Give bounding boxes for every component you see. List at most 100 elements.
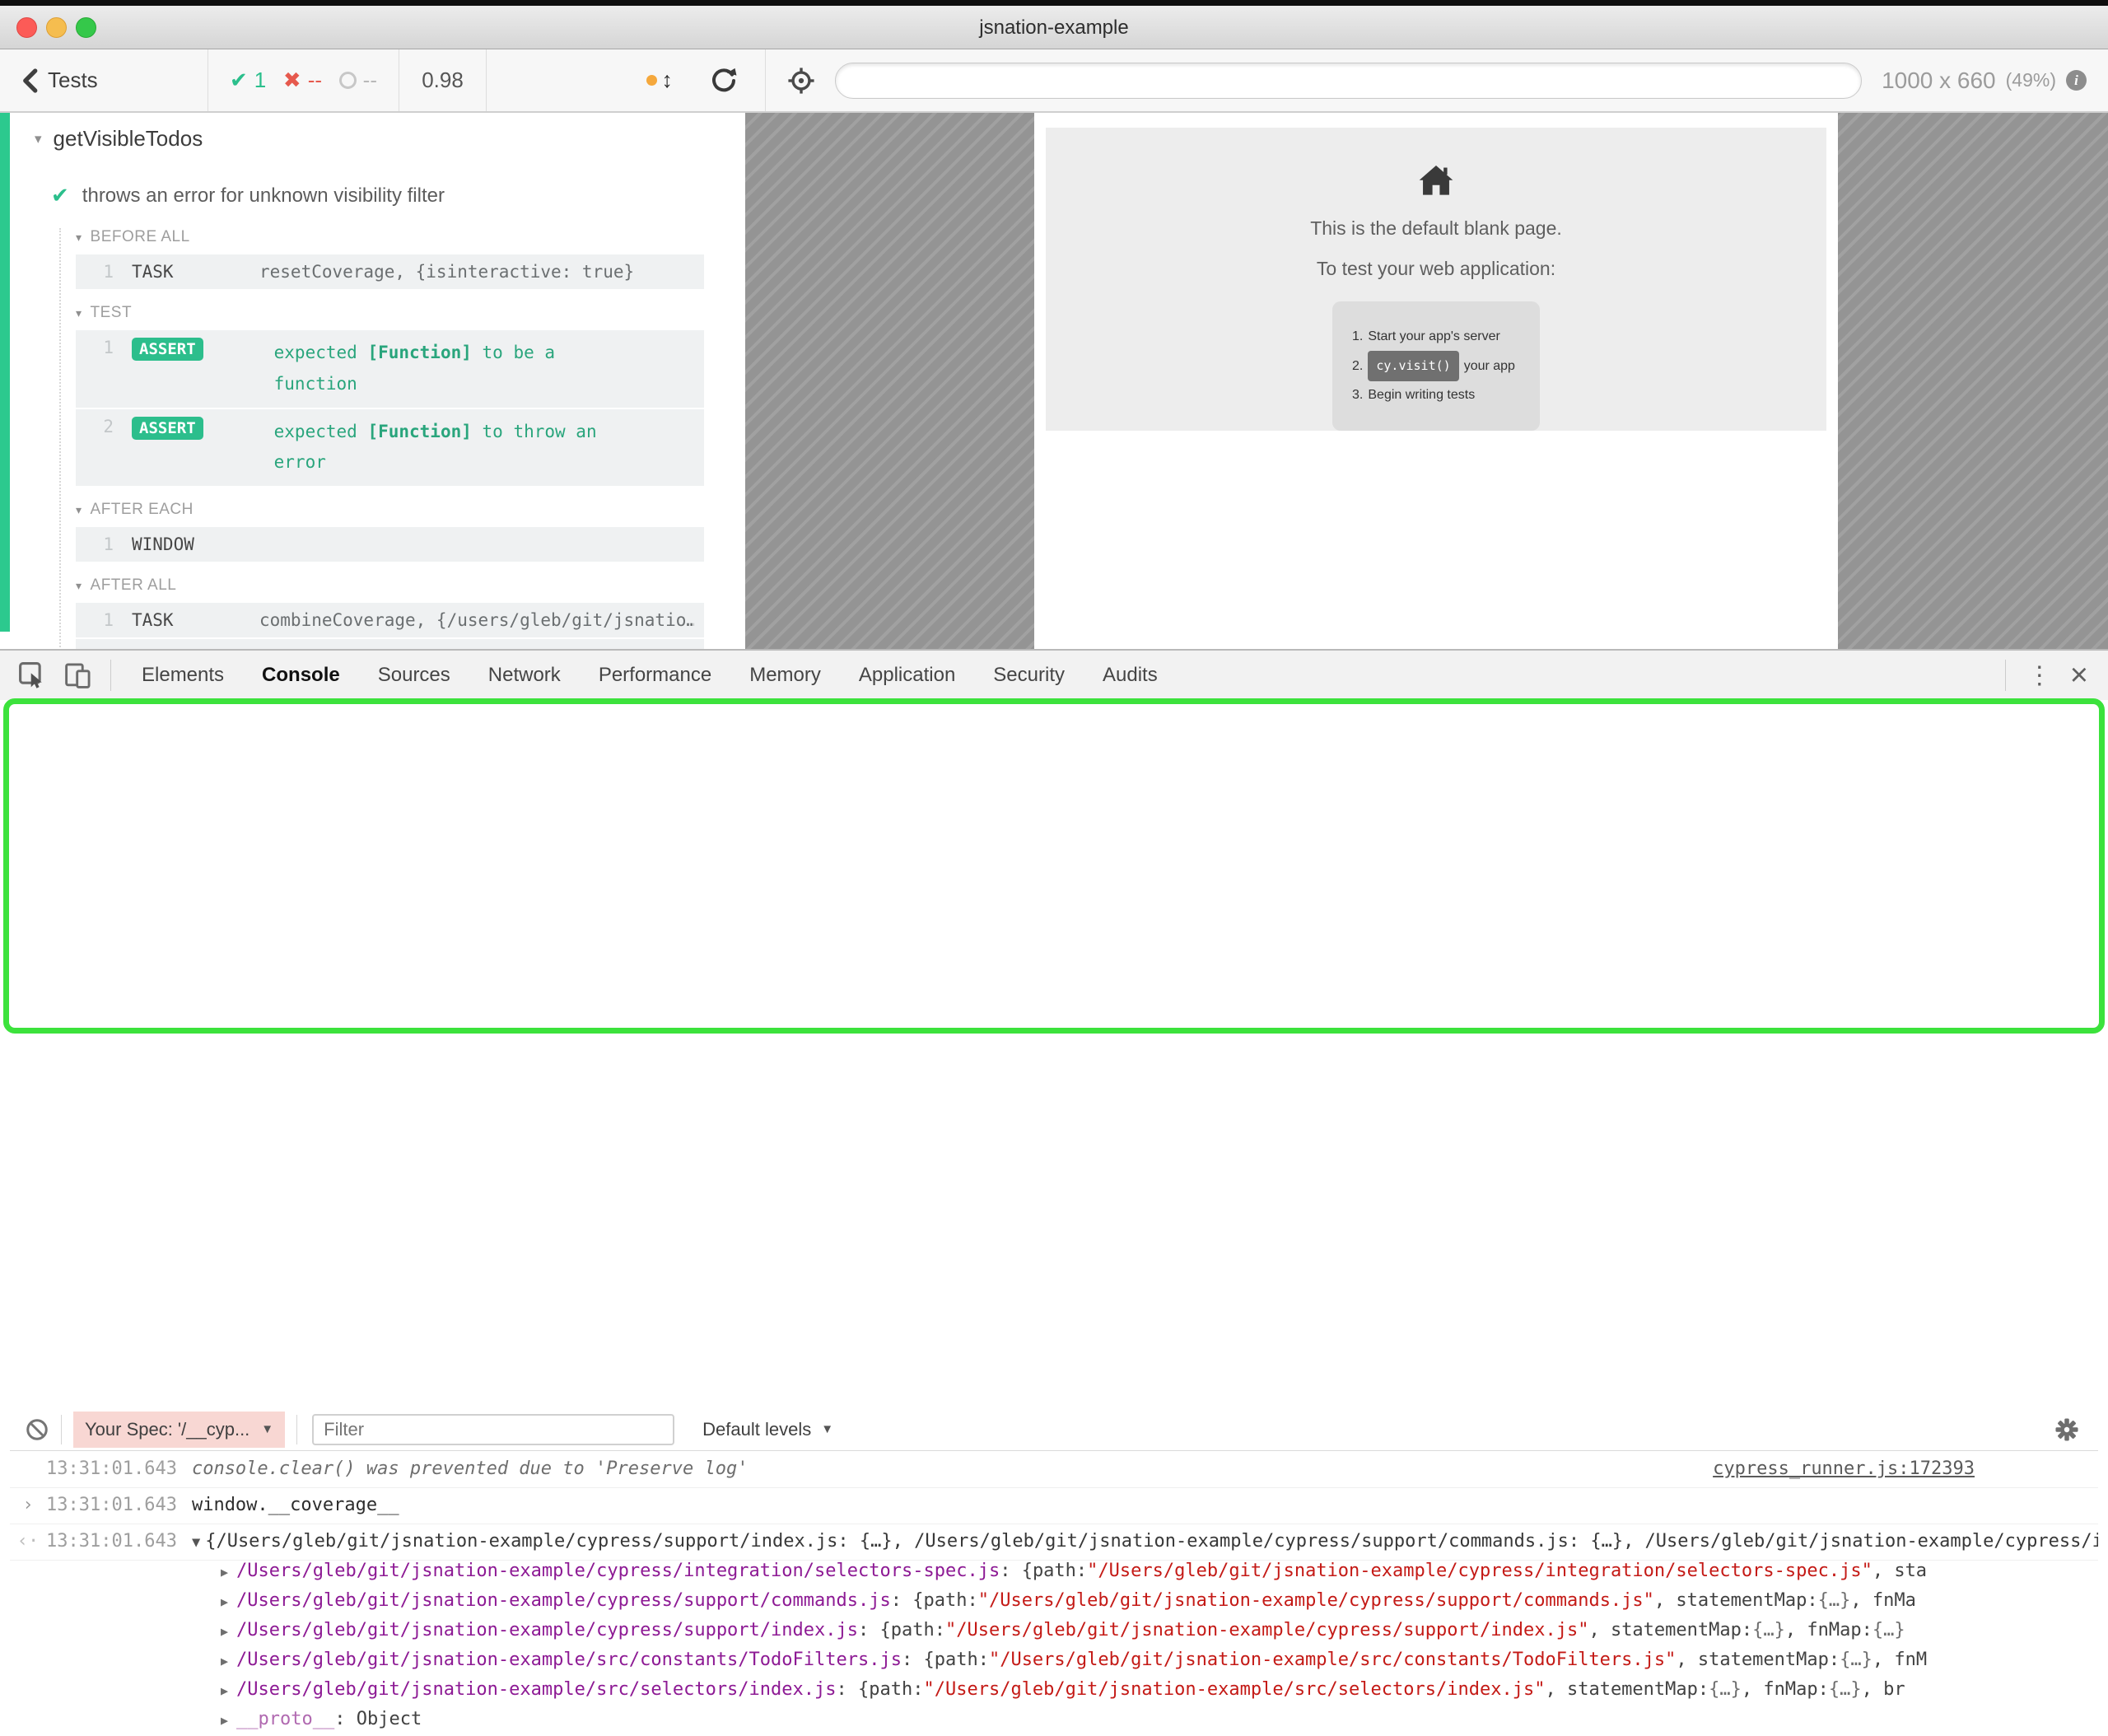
property-segment: , fnM xyxy=(1872,1650,1927,1670)
passed-count: 1 xyxy=(254,68,266,93)
tab-security[interactable]: Security xyxy=(974,664,1084,687)
scroll-arrows-icon: ↕ xyxy=(662,68,674,93)
assert-message: expected [Function] to throw an error xyxy=(274,417,610,479)
hook-name: BEFORE ALL xyxy=(91,228,190,246)
selector-playground-icon[interactable] xyxy=(787,67,815,95)
hook-section-header[interactable]: ▾ TEST xyxy=(76,304,704,322)
tab-console[interactable]: Console xyxy=(243,664,359,687)
url-input[interactable] xyxy=(835,63,1862,99)
object-property-row[interactable]: ▶__proto__: Object xyxy=(10,1709,2098,1736)
console-settings-gear-icon[interactable] xyxy=(2054,1416,2080,1443)
property-segment: {…} xyxy=(1840,1650,1872,1670)
restart-icon[interactable] xyxy=(711,68,737,94)
command-row[interactable]: 1TASKresetCoverage, {isinteractive: true… xyxy=(76,254,704,289)
command-row[interactable]: 2ASSERTexpected [Function] to throw an e… xyxy=(76,409,704,487)
console-context-selector[interactable]: Your Spec: '/__cyp... ▼ xyxy=(73,1412,285,1448)
object-property-row[interactable]: ▶/Users/gleb/git/jsnation-example/cypres… xyxy=(10,1590,2098,1620)
info-icon[interactable]: i xyxy=(2066,70,2087,91)
object-property-row[interactable]: ▶/Users/gleb/git/jsnation-example/cypres… xyxy=(10,1561,2098,1590)
test-reporter-panel: ▾ getVisibleTodos ✔ throws an error for … xyxy=(0,113,745,649)
tab-elements[interactable]: Elements xyxy=(123,664,243,687)
violation-text: console.clear() was prevented due to 'Pr… xyxy=(192,1458,749,1479)
assert-message-part: [Function] xyxy=(367,343,471,362)
property-segment: "/Users/gleb/git/jsnation-example/src/co… xyxy=(989,1650,1676,1670)
suite-title: getVisibleTodos xyxy=(54,126,203,152)
hook-name: TEST xyxy=(91,304,133,322)
tab-application[interactable]: Application xyxy=(840,664,974,687)
devtools-toolbar-right: ⋮ × xyxy=(1990,660,2108,691)
console-log-row[interactable]: ‹·13:31:01.643▼{/Users/gleb/git/jsnation… xyxy=(10,1524,2098,1561)
object-property-row[interactable]: ▶ /Users/gleb/git/jsnation-example/src/se… xyxy=(10,1679,2098,1709)
assert-message: expected [Function] to be a function xyxy=(274,338,610,400)
property-segment: /Users/gleb/git/jsnation-example/cypress… xyxy=(236,1590,891,1611)
duration-value: 0.98 xyxy=(422,68,464,93)
log-message: console.clear() was prevented due to 'Pr… xyxy=(192,1458,1696,1479)
command-row[interactable]: 1TASKcombineCoverage, {/users/gleb/git/j… xyxy=(76,603,704,637)
expand-caret-icon: ▶ xyxy=(221,1654,228,1668)
collapse-caret-icon: ▾ xyxy=(35,131,42,147)
code-chip: cy.visit() xyxy=(1368,351,1458,382)
collapse-caret-icon: ▾ xyxy=(76,231,82,245)
hook-section-header[interactable]: ▾AFTER ALL xyxy=(76,576,704,595)
property-segment: : Object xyxy=(334,1709,422,1729)
suite-header[interactable]: ▾ getVisibleTodos xyxy=(35,126,745,152)
inspect-element-icon[interactable] xyxy=(18,661,46,689)
close-devtools-icon[interactable]: × xyxy=(2059,660,2108,691)
devtools-toolbar: ElementsConsoleSourcesNetworkPerformance… xyxy=(0,649,2108,700)
clear-console-icon[interactable] xyxy=(25,1417,49,1442)
back-label: Tests xyxy=(48,68,98,93)
property-segment: {…} xyxy=(1818,1590,1851,1611)
step-number: 1. xyxy=(1352,323,1363,351)
device-toolbar-icon[interactable] xyxy=(64,661,92,689)
getting-started-step: 2.cy.visit() your app xyxy=(1352,351,1515,382)
context-label: Your Spec: '/__cyp... xyxy=(85,1419,250,1440)
input-expression: window.__coverage__ xyxy=(192,1495,399,1515)
toolbar-divider xyxy=(110,660,111,691)
object-property-row[interactable]: ▶/Users/gleb/git/jsnation-example/src/co… xyxy=(10,1650,2098,1679)
viewport-size: 1000 x 660 xyxy=(1882,68,1996,94)
command-row[interactable]: 2TASKcoverageReport xyxy=(76,639,704,649)
test-header[interactable]: ✔ throws an error for unknown visibility… xyxy=(51,183,745,208)
auto-scroll-indicator[interactable]: ↕ xyxy=(646,68,674,93)
console-log-row[interactable]: 13:31:01.643console.clear() was prevente… xyxy=(10,1452,2098,1488)
passed-icon: ✔ xyxy=(230,68,248,93)
hook-section-header[interactable]: ▾ BEFORE ALL xyxy=(76,228,704,246)
property-segment: , sta xyxy=(1872,1561,1927,1581)
console-filter-input[interactable] xyxy=(312,1414,674,1445)
window-title: jsnation-example xyxy=(0,16,2108,40)
command-name: WINDOW xyxy=(132,534,259,554)
source-location-link[interactable]: cypress_runner.js:172393 xyxy=(1713,1458,1975,1479)
hook-section-header[interactable]: ▾AFTER EACH xyxy=(76,501,704,519)
levels-label: Default levels xyxy=(702,1419,811,1440)
console-log: 13:31:01.643console.clear() was prevente… xyxy=(10,1452,2098,1736)
command-number: 1 xyxy=(89,534,114,554)
tab-sources[interactable]: Sources xyxy=(359,664,469,687)
console-log-row[interactable]: ›13:31:01.643window.__coverage__ xyxy=(10,1488,2098,1524)
log-levels-dropdown[interactable]: Default levels ▼ xyxy=(702,1419,833,1440)
getting-started-step: 3.Begin writing tests xyxy=(1352,381,1515,409)
collapse-caret-icon: ▾ xyxy=(76,579,82,593)
object-property-row[interactable]: ▶/Users/gleb/git/jsnation-example/cypres… xyxy=(10,1620,2098,1650)
tab-memory[interactable]: Memory xyxy=(730,664,840,687)
test-passed-icon: ✔ xyxy=(51,183,69,208)
expanded-caret-icon: ▼ xyxy=(192,1534,200,1551)
hook-name: AFTER EACH xyxy=(91,501,194,519)
property-segment: : {path: xyxy=(837,1679,924,1700)
command-row[interactable]: 1 WINDOW xyxy=(76,527,704,562)
tab-audits[interactable]: Audits xyxy=(1084,664,1177,687)
property-segment: , fnMap: xyxy=(1742,1679,1829,1700)
collapse-caret-icon: ▾ xyxy=(76,306,82,320)
property-segment: /Users/gleb/git/jsnation-example/src/sel… xyxy=(236,1679,836,1700)
property-segment: "/Users/gleb/git/jsnation-example/cypres… xyxy=(945,1620,1588,1640)
command-row[interactable]: 1ASSERTexpected [Function] to be a funct… xyxy=(76,330,704,408)
property-segment: "/Users/gleb/git/jsnation-example/src/se… xyxy=(923,1679,1545,1700)
tab-performance[interactable]: Performance xyxy=(580,664,730,687)
assert-message-part: [Function] xyxy=(367,422,471,441)
more-options-icon[interactable]: ⋮ xyxy=(2021,661,2059,690)
tab-network[interactable]: Network xyxy=(469,664,580,687)
dropdown-caret-icon: ▼ xyxy=(261,1422,273,1436)
expand-caret-icon: ▶ xyxy=(221,1683,228,1698)
back-to-tests-button[interactable]: Tests xyxy=(0,49,208,111)
property-segment: : {path: xyxy=(902,1650,989,1670)
step-text: Begin writing tests xyxy=(1368,381,1475,409)
